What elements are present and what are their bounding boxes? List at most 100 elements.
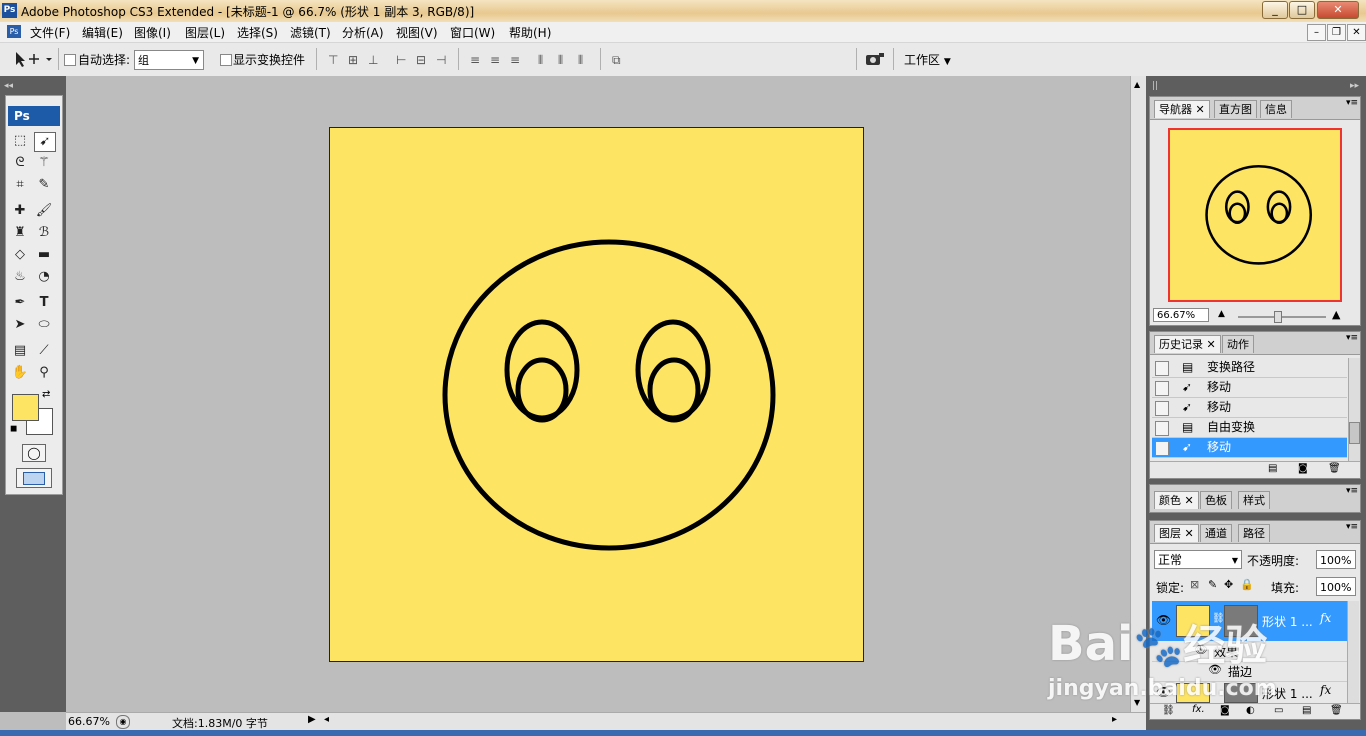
distribute-vcenter-icon[interactable]: ≡ (490, 53, 500, 67)
adjustment-layer-icon[interactable]: ◐ (1246, 705, 1255, 716)
align-left-icon[interactable]: ⊢ (396, 53, 407, 67)
distribute-bottom-icon[interactable]: ≡ (510, 53, 520, 67)
doc-restore-button[interactable]: ❐ (1327, 24, 1346, 41)
trash-icon[interactable]: 🗑 (1330, 705, 1343, 716)
menu-layer[interactable]: 图层(L) (185, 24, 225, 41)
status-zoom[interactable]: 66.67% (68, 715, 110, 728)
scroll-right-icon[interactable]: ▸ (1112, 714, 1117, 725)
crop-tool-icon[interactable]: ⌗ (10, 176, 30, 194)
lock-transparent-icon[interactable]: ⊠ (1190, 578, 1199, 591)
navigator-preview[interactable] (1168, 128, 1342, 302)
align-vcenter-icon[interactable]: ⊞ (348, 53, 358, 67)
auto-select-checkbox[interactable] (64, 54, 76, 66)
doc-close-button[interactable]: ✕ (1347, 24, 1366, 41)
status-info-icon[interactable]: ◉ (116, 715, 130, 729)
history-item[interactable]: ▤ 变换路径 (1152, 358, 1347, 378)
new-layer-icon[interactable]: ▤ (1302, 705, 1311, 716)
tab-styles[interactable]: 样式 (1238, 491, 1270, 509)
scroll-up-icon[interactable]: ▲ (1134, 80, 1140, 89)
menu-file[interactable]: 文件(F) (30, 24, 70, 41)
align-bottom-icon[interactable]: ⊥ (368, 53, 379, 67)
menu-view[interactable]: 视图(V) (396, 24, 438, 41)
blur-tool-icon[interactable]: ♨ (10, 268, 30, 286)
history-scrollbar[interactable] (1348, 358, 1360, 462)
align-hcenter-icon[interactable]: ⊟ (416, 53, 426, 67)
fx-icon[interactable]: fx (1320, 611, 1331, 625)
distribute-top-icon[interactable]: ≡ (470, 53, 480, 67)
show-transform-checkbox[interactable] (220, 54, 232, 66)
zoom-slider-handle[interactable] (1274, 311, 1282, 323)
document-canvas[interactable] (329, 127, 864, 662)
brush-tool-icon[interactable]: 🖌 (34, 202, 54, 220)
lasso-tool-icon[interactable]: ᘓ (10, 154, 30, 172)
document-menu-icon[interactable]: Ps (7, 25, 21, 38)
tab-info[interactable]: 信息 (1260, 100, 1292, 118)
link-layers-icon[interactable]: ⛓ (1162, 705, 1175, 716)
tab-channels[interactable]: 通道 (1200, 524, 1232, 542)
collapse-dock-icon[interactable]: ▸▸ (1350, 81, 1359, 91)
collapse-tools-icon[interactable]: ◂◂ (4, 81, 13, 91)
distribute-hcenter-icon[interactable]: ⫴ (558, 53, 563, 68)
menu-edit[interactable]: 编辑(E) (82, 24, 123, 41)
dock-grip-icon[interactable]: || (1152, 81, 1158, 91)
maximize-button[interactable]: □ (1289, 1, 1315, 19)
dodge-tool-icon[interactable]: ◔ (34, 268, 54, 286)
history-source-checkbox[interactable] (1155, 441, 1169, 456)
history-item[interactable]: ➹ 移动 (1152, 438, 1347, 458)
trash-icon[interactable]: 🗑 (1328, 463, 1341, 474)
marquee-tool-icon[interactable]: ⬚ (10, 132, 30, 150)
menu-analysis[interactable]: 分析(A) (342, 24, 384, 41)
auto-align-layers-icon[interactable]: ⧉ (612, 53, 621, 68)
navigator-zoom-field[interactable]: 66.67% (1153, 308, 1209, 322)
healing-brush-tool-icon[interactable]: ✚ (10, 202, 30, 220)
tab-actions[interactable]: 动作 (1222, 335, 1254, 353)
pen-tool-icon[interactable]: ✒ (10, 294, 30, 312)
ellipse-tool-icon[interactable]: ⬭ (34, 316, 54, 334)
layers-scrollbar[interactable] (1347, 601, 1359, 703)
eyedropper-tool-icon[interactable]: ⟋ (34, 342, 54, 360)
lock-position-icon[interactable]: ✥ (1224, 578, 1233, 591)
tab-history[interactable]: 历史记录 ✕ (1154, 335, 1221, 353)
zoom-in-icon[interactable]: ▲ (1332, 308, 1340, 321)
doc-minimize-button[interactable]: – (1307, 24, 1326, 41)
fill-field[interactable]: 100% (1316, 577, 1356, 596)
tab-paths[interactable]: 路径 (1238, 524, 1270, 542)
history-item[interactable]: ▤ 自由变换 (1152, 418, 1347, 438)
tab-histogram[interactable]: 直方图 (1214, 100, 1257, 118)
align-top-icon[interactable]: ⊤ (328, 53, 339, 67)
menu-image[interactable]: 图像(I) (134, 24, 171, 41)
scroll-left-icon[interactable]: ◂ (324, 714, 329, 725)
history-source-checkbox[interactable] (1155, 381, 1169, 396)
type-tool-icon[interactable]: T (34, 294, 54, 312)
tab-color[interactable]: 颜色 ✕ (1154, 491, 1199, 509)
close-window-button[interactable]: ✕ (1317, 1, 1359, 19)
panel-menu-icon[interactable]: ▾≡ (1346, 522, 1358, 532)
eraser-tool-icon[interactable]: ◇ (10, 246, 30, 264)
menu-help[interactable]: 帮助(H) (509, 24, 551, 41)
align-right-icon[interactable]: ⊣ (436, 53, 447, 67)
menu-filter[interactable]: 滤镜(T) (290, 24, 331, 41)
auto-select-dropdown[interactable]: 组 ▼ (134, 50, 204, 70)
minimize-button[interactable]: _ (1262, 1, 1288, 19)
default-colors-icon[interactable]: ◼ (10, 424, 17, 434)
notes-tool-icon[interactable]: ▤ (10, 342, 30, 360)
slice-tool-icon[interactable]: ✎ (34, 176, 54, 194)
distribute-left-icon[interactable]: ⫴ (538, 53, 543, 68)
new-group-icon[interactable]: ▭ (1274, 705, 1283, 716)
magic-wand-tool-icon[interactable]: ⚚ (34, 154, 54, 172)
lock-all-icon[interactable]: 🔒 (1240, 578, 1254, 591)
menu-select[interactable]: 选择(S) (237, 24, 278, 41)
quick-mask-icon[interactable]: ◯ (22, 444, 46, 462)
tool-preset-picker[interactable] (6, 48, 54, 70)
history-brush-tool-icon[interactable]: ℬ (34, 224, 54, 242)
history-source-checkbox[interactable] (1155, 361, 1169, 376)
lock-image-icon[interactable]: ✎ (1208, 578, 1217, 591)
zoom-slider[interactable] (1238, 316, 1326, 318)
clone-stamp-tool-icon[interactable]: ♜ (10, 224, 30, 242)
tab-layers[interactable]: 图层 ✕ (1154, 524, 1199, 542)
menu-window[interactable]: 窗口(W) (450, 24, 495, 41)
blend-mode-dropdown[interactable]: 正常 ▼ (1154, 550, 1242, 569)
swap-colors-icon[interactable]: ⇄ (42, 389, 50, 400)
foreground-color-swatch[interactable] (12, 394, 39, 421)
zoom-tool-icon[interactable]: ⚲ (34, 364, 54, 382)
